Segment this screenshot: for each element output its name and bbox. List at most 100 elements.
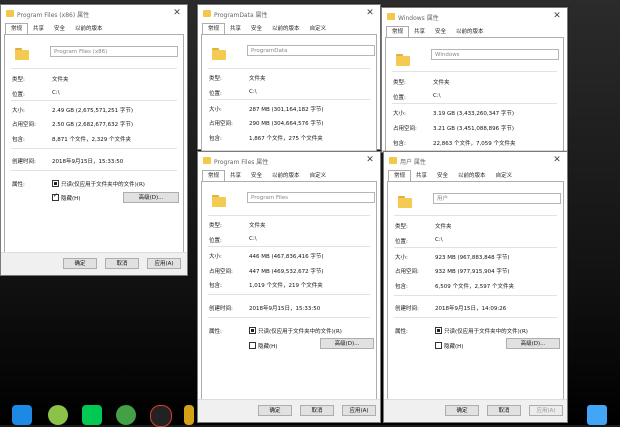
folder-name-field[interactable]: ProgramData: [247, 45, 375, 56]
size-value: 446 MB (467,836,416 字节): [249, 254, 324, 260]
divider: [208, 99, 370, 100]
close-icon[interactable]: ✕: [364, 154, 376, 166]
titlebar[interactable]: Windows 属性 ✕: [382, 8, 567, 26]
tab-customize[interactable]: 自定义: [491, 171, 518, 181]
tab-security[interactable]: 安全: [246, 171, 267, 181]
tab-bar: 常规 共享 安全 以前的版本 自定义: [202, 170, 332, 182]
tab-sharing[interactable]: 共享: [225, 24, 246, 34]
browser-green-icon[interactable]: [116, 405, 136, 425]
readonly-checkbox[interactable]: 只读(仅应用于文件夹中的文件)(R): [52, 180, 145, 188]
folder-icon: [212, 194, 226, 207]
tab-sharing[interactable]: 共享: [28, 24, 49, 34]
feather-app-icon[interactable]: [587, 405, 607, 425]
qq-icon[interactable]: [150, 405, 172, 427]
dialog-footer: 确定 取消 应用(A): [1, 252, 187, 275]
tab-sharing[interactable]: 共享: [409, 27, 430, 37]
advanced-button[interactable]: 高级(D)...: [320, 338, 374, 349]
search-app-icon[interactable]: [12, 405, 32, 425]
size-label: 大小:: [395, 255, 408, 261]
tab-customize[interactable]: 自定义: [305, 24, 332, 34]
app-icon[interactable]: [184, 405, 194, 425]
divider: [208, 246, 370, 247]
attributes-label: 属性:: [395, 329, 408, 335]
location-value: C:\: [433, 93, 441, 99]
tab-security[interactable]: 安全: [246, 24, 267, 34]
tab-security[interactable]: 安全: [49, 24, 70, 34]
hidden-checkbox[interactable]: 隐藏(H): [435, 342, 463, 350]
tab-security[interactable]: 安全: [430, 27, 451, 37]
contains-value: 22,863 个文件，7,059 个文件夹: [433, 141, 516, 147]
size-on-disk-value: 447 MB (469,532,672 字节): [249, 269, 324, 275]
titlebar[interactable]: 用户 属性 ✕: [384, 152, 567, 170]
readonly-checkbox[interactable]: 只读(仅应用于文件夹中的文件)(R): [249, 327, 342, 335]
general-panel: Windows 类型: 文件夹 位置: C:\ 大小: 3.19 GB (3,4…: [385, 37, 564, 153]
tab-sharing[interactable]: 共享: [411, 171, 432, 181]
divider: [394, 317, 557, 318]
tab-security[interactable]: 安全: [432, 171, 453, 181]
type-value: 文件夹: [435, 224, 452, 230]
size-on-disk-label: 占用空间:: [395, 269, 419, 275]
window-title: Program Files 属性: [214, 159, 269, 166]
readonly-checkbox[interactable]: 只读(仅应用于文件夹中的文件)(R): [435, 327, 528, 335]
folder-name-field[interactable]: 用户: [433, 193, 561, 204]
folder-name-field[interactable]: Windows: [431, 49, 559, 60]
contains-label: 包含:: [209, 283, 222, 289]
type-label: 类型:: [12, 77, 25, 83]
folder-name-field[interactable]: Program Files: [247, 192, 375, 203]
general-panel: 用户 类型: 文件夹 位置: C:\ 大小: 923 MB (967,883,8…: [387, 181, 564, 401]
dialog-programdata: ProgramData 属性 ✕ 常规 共享 安全 以前的版本 自定义 ProgramD…: [197, 4, 381, 154]
created-value: 2018年9月15日，14:09:26: [435, 306, 507, 312]
titlebar[interactable]: Program Files 属性 ✕: [198, 152, 380, 170]
contains-label: 包含:: [209, 136, 222, 142]
ok-button[interactable]: 确定: [63, 258, 97, 269]
window-title: 用户 属性: [400, 159, 426, 166]
divider: [392, 103, 557, 104]
divider: [11, 148, 177, 149]
hidden-checkbox[interactable]: 隐藏(H): [249, 342, 277, 350]
size-label: 大小:: [393, 111, 406, 117]
close-icon[interactable]: ✕: [551, 10, 563, 22]
size-on-disk-value: 2.50 GB (2,682,677,632 字节): [52, 122, 134, 128]
size-value: 923 MB (967,883,848 字节): [435, 255, 510, 261]
close-icon[interactable]: ✕: [551, 154, 563, 166]
checkbox-indeterminate: [52, 180, 59, 187]
tab-customize[interactable]: 自定义: [305, 171, 332, 181]
tab-bar: 常规 共享 安全 以前的版本: [386, 26, 489, 38]
type-label: 类型:: [395, 224, 408, 230]
titlebar[interactable]: Program Files (x86) 属性 ✕: [1, 5, 187, 23]
close-icon[interactable]: ✕: [171, 7, 183, 19]
checkbox-unchecked: [249, 342, 256, 349]
iqiyi-icon[interactable]: [82, 405, 102, 425]
checkbox-checked: [52, 192, 59, 201]
close-icon[interactable]: ✕: [364, 7, 376, 19]
cancel-button[interactable]: 取消: [105, 258, 139, 269]
dialog-program-files-x86: Program Files (x86) 属性 ✕ 常规 共享 安全 以前的版本 Pro…: [0, 4, 188, 276]
size-on-disk-value: 290 MB (304,664,576 字节): [249, 121, 324, 127]
general-panel: Program Files (x86) 类型: 文件夹 位置: C:\ 大小: …: [4, 34, 184, 257]
tab-previous-versions[interactable]: 以前的版本: [453, 171, 491, 181]
tab-bar: 常规 共享 安全 以前的版本 自定义: [202, 23, 332, 35]
folder-icon: [212, 47, 226, 60]
tab-sharing[interactable]: 共享: [225, 171, 246, 181]
checkbox-indeterminate: [249, 327, 256, 334]
tab-previous-versions[interactable]: 以前的版本: [70, 24, 108, 34]
location-label: 位置:: [209, 91, 222, 97]
location-label: 位置:: [393, 95, 406, 101]
checkbox-unchecked: [435, 342, 442, 349]
advanced-button[interactable]: 高级(D)...: [123, 192, 179, 203]
apply-button[interactable]: 应用(A): [147, 258, 181, 269]
folder-name-field[interactable]: Program Files (x86): [50, 46, 178, 57]
folder-icon: [396, 53, 410, 66]
window-title: ProgramData 属性: [214, 12, 268, 19]
tab-previous-versions[interactable]: 以前的版本: [267, 171, 305, 181]
readonly-label: 只读(仅应用于文件夹中的文件)(R): [444, 329, 528, 335]
qq-penguin-green-icon[interactable]: [48, 405, 68, 425]
type-value: 文件夹: [52, 77, 69, 83]
contains-label: 包含:: [12, 137, 25, 143]
hidden-checkbox[interactable]: 隐藏(H): [52, 192, 80, 202]
tab-previous-versions[interactable]: 以前的版本: [267, 24, 305, 34]
folder-icon: [398, 195, 412, 208]
tab-previous-versions[interactable]: 以前的版本: [451, 27, 489, 37]
advanced-button[interactable]: 高级(D)...: [506, 338, 560, 349]
titlebar[interactable]: ProgramData 属性 ✕: [198, 5, 380, 23]
